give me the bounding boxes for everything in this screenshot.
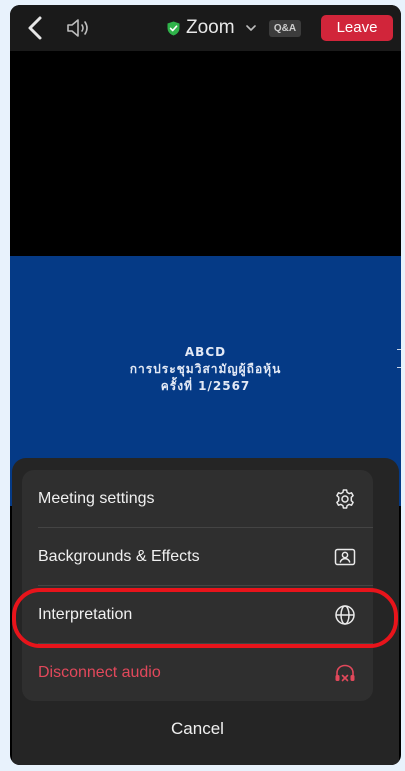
disconnect-audio-item[interactable]: Disconnect audio [22,644,373,701]
cancel-button[interactable]: Cancel [22,707,373,751]
shared-line-3: ครั้งที่ 1/2567 [160,379,251,393]
top-bar: Zoom Q&A Leave [10,5,401,51]
shield-check-icon [167,21,180,35]
meeting-settings-item[interactable]: Meeting settings [22,470,373,527]
action-menu: Meeting settings Backgrounds & Effects I… [22,470,373,701]
qa-button[interactable]: Q&A [269,20,301,37]
headphones-disconnect-icon [335,664,355,681]
video-area [10,51,401,256]
shared-line-2: การประชุมวิสามัญผู้ถือหุ้น [129,362,282,376]
menu-item-label: Backgrounds & Effects [38,547,200,565]
backgrounds-effects-item[interactable]: Backgrounds & Effects [22,528,373,585]
meeting-title: Zoom [186,17,235,38]
menu-item-label: Meeting settings [38,489,155,507]
meeting-title-dropdown[interactable]: Zoom [167,17,257,39]
edge-mark [397,367,401,368]
edge-mark [397,349,401,350]
interpretation-highlight-annotation [12,588,398,648]
shared-line-1: ABCD [184,345,227,359]
menu-item-label: Disconnect audio [38,663,161,681]
leave-button[interactable]: Leave [321,15,393,41]
chevron-down-icon [245,25,256,31]
back-arrow-icon[interactable] [23,15,49,41]
shared-screen-text: ABCD การประชุมวิสามัญผู้ถือหุ้น ครั้งที่… [10,344,401,395]
portrait-frame-icon [334,548,356,565]
speaker-icon[interactable] [66,17,94,39]
gear-icon [336,488,354,509]
